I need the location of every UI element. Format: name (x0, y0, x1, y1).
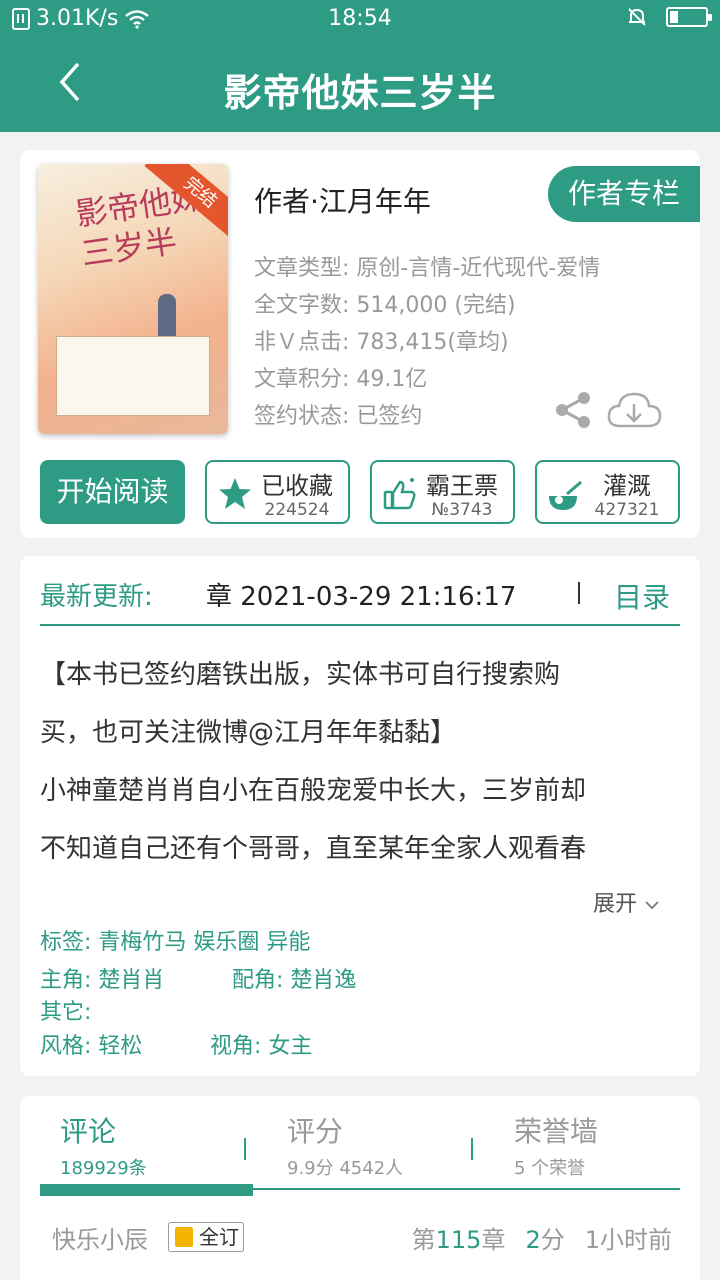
favorite-count: 224524 (264, 500, 330, 520)
info-type: 文章类型: 原创-言情-近代现代-爱情 (254, 256, 601, 281)
score-suffix: 分 (540, 1226, 565, 1254)
lead-row: 主角: 楚肖肖 (40, 962, 164, 994)
book-cover[interactable]: 影帝他妹三岁半 完结 (38, 164, 228, 434)
chapter-suffix: 章 (481, 1226, 506, 1254)
badge-label: 全订 (199, 1225, 239, 1249)
watering-icon (549, 480, 582, 510)
tab-comments[interactable]: 评论 189929条 (60, 1110, 250, 1180)
tab-honor[interactable]: 荣誉墙 5 个荣誉 (514, 1110, 704, 1180)
bookmark-icon (175, 1227, 193, 1247)
tab-honor-sub: 5 个荣誉 (514, 1158, 586, 1179)
tab-divider (244, 1138, 246, 1160)
description-line: 小神童楚肖肖自小在百般宠爱中长大，三岁前却 (40, 776, 587, 806)
share-icon[interactable] (554, 390, 594, 430)
latest-update-value[interactable]: 章 2021-03-29 21:16:17 (206, 576, 516, 613)
tab-rating-title: 评分 (287, 1115, 344, 1148)
support-label: 配角: (232, 968, 284, 993)
tab-comments-sub: 189929条 (60, 1158, 147, 1179)
expand-label: 展开 (592, 892, 637, 917)
author-name[interactable]: 作者·江月年年 (254, 180, 431, 220)
tags-value[interactable]: 青梅竹马 娱乐圈 异能 (98, 930, 310, 955)
latest-update-label: 最新更新: (40, 582, 153, 612)
pov-label: 视角: (210, 1034, 262, 1059)
tab-divider (471, 1138, 473, 1160)
comment-item[interactable]: 快乐小辰 全订 第115章 2分 1小时前 (52, 1220, 672, 1264)
pov-value: 女主 (268, 1034, 313, 1059)
comments-card: 评论 189929条 评分 9.9分 4542人 荣誉墙 5 个荣誉 快乐小辰 … (20, 1096, 700, 1280)
style-value: 轻松 (98, 1034, 143, 1059)
favorite-label: 已收藏 (261, 472, 333, 500)
tags-label: 标签: (40, 930, 92, 955)
divider (578, 582, 580, 604)
mute-bell-icon (628, 8, 646, 26)
tab-rating-sub: 9.9分 4542人 (287, 1158, 404, 1179)
description-line: 买，也可关注微博@江月年年黏黏】 (40, 718, 457, 748)
chapter-prefix: 第 (411, 1226, 436, 1254)
start-reading-button[interactable]: 开始阅读 (40, 460, 185, 524)
thumbs-up-icon (383, 478, 416, 510)
other-row: 其它: (40, 994, 91, 1026)
book-description: 【本书已签约磨铁出版，实体书可自行搜索购 买，也可关注微博@江月年年黏黏】 小神… (40, 646, 680, 878)
comment-chapter: 第115章 (412, 1220, 506, 1255)
lead-value: 楚肖肖 (98, 968, 165, 993)
book-detail-card: 最新更新: 章 2021-03-29 21:16:17 目录 【本书已签约磨铁出… (20, 556, 700, 1076)
comment-user[interactable]: 快乐小辰 (52, 1226, 148, 1254)
water-count: 427321 (594, 500, 660, 520)
style-label: 风格: (40, 1034, 92, 1059)
tab-comments-title: 评论 (60, 1115, 117, 1148)
star-icon (219, 478, 251, 509)
cloud-download-icon[interactable] (606, 388, 662, 432)
info-sign: 签约状态: 已签约 (254, 404, 423, 429)
chevron-down-icon (645, 901, 659, 910)
active-tab-indicator (40, 1184, 253, 1196)
pov-row: 视角: 女主 (210, 1028, 312, 1060)
page-title: 影帝他妹三岁半 (223, 71, 497, 115)
status-bar: 3.01K/s 18:54 (0, 0, 720, 40)
battery-icon (666, 7, 712, 27)
tab-honor-title: 荣誉墙 (514, 1115, 599, 1148)
tab-bar: 评论 189929条 评分 9.9分 4542人 荣誉墙 5 个荣誉 (40, 1106, 680, 1190)
tags-row: 标签: 青梅竹马 娱乐圈 异能 (40, 924, 310, 956)
author-column-button[interactable]: 作者专栏 (548, 166, 700, 222)
info-score: 文章积分: 49.1亿 (254, 367, 428, 392)
comment-time: 1小时前 (584, 1226, 672, 1254)
info-words: 全文字数: 514,000 (完结) (254, 293, 516, 318)
tab-rating[interactable]: 评分 9.9分 4542人 (287, 1110, 477, 1180)
score-number: 2 (525, 1226, 541, 1254)
expand-button[interactable]: 展开 (593, 886, 660, 918)
other-label: 其它: (40, 1000, 92, 1025)
ticket-label: 霸王票 (426, 472, 498, 500)
favorite-button[interactable]: 已收藏 224524 (205, 460, 350, 524)
water-button[interactable]: 灌溉 427321 (535, 460, 680, 524)
ticket-count: №3743 (431, 500, 493, 520)
description-line: 不知道自己还有个哥哥，直至某年全家人观看春 (40, 834, 587, 864)
comment-score: 2分 (525, 1220, 564, 1255)
book-info-card: 影帝他妹三岁半 完结 作者·江月年年 作者专栏 文章类型: 原创-言情-近代现代… (20, 150, 700, 538)
description-line: 【本书已签约磨铁出版，实体书可自行搜索购 (40, 660, 561, 690)
lead-label: 主角: (40, 968, 92, 993)
water-label: 灌溉 (603, 472, 651, 500)
info-clicks: 非Ｖ点击: 783,415(章均) (254, 330, 509, 355)
book-info: 文章类型: 原创-言情-近代现代-爱情 全文字数: 514,000 (完结) 非… (254, 250, 600, 435)
status-time: 18:54 (328, 6, 392, 31)
full-subscribe-badge: 全订 (168, 1222, 244, 1252)
app-header: 3.01K/s 18:54 影帝他妹三岁半 (0, 0, 720, 132)
support-value: 楚肖逸 (290, 968, 357, 993)
chapter-number: 115 (435, 1226, 482, 1254)
cover-panel (56, 336, 210, 416)
support-row: 配角: 楚肖逸 (232, 962, 356, 994)
style-row: 风格: 轻松 (40, 1028, 142, 1060)
ticket-button[interactable]: 霸王票 №3743 (370, 460, 515, 524)
latest-update: 最新更新: 章 2021-03-29 21:16:17 目录 (40, 574, 680, 626)
toc-button[interactable]: 目录 (614, 576, 670, 616)
